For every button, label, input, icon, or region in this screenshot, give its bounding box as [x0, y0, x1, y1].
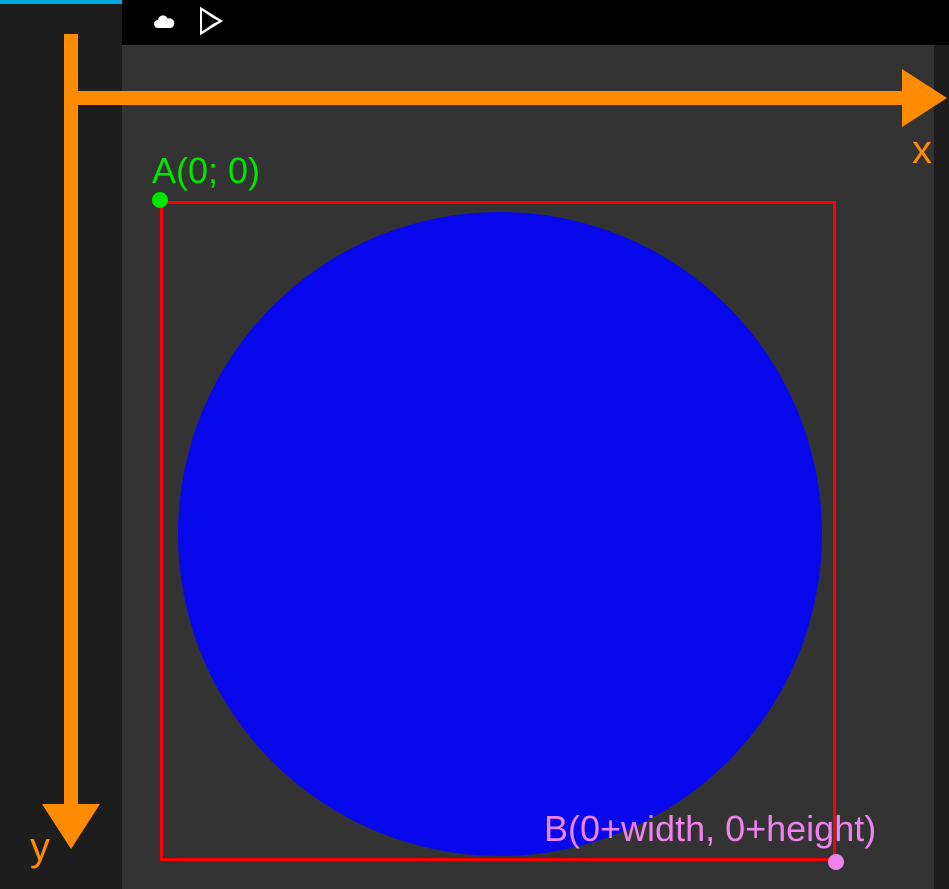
- top-accent-bar: [0, 0, 122, 4]
- x-axis-arrowhead-icon: [902, 69, 947, 127]
- y-axis-line: [64, 34, 78, 824]
- cloud-icon: [148, 10, 180, 34]
- titlebar: [122, 0, 949, 45]
- diagram-root: x y A(0; 0) B(0+width, 0+height): [0, 0, 949, 889]
- y-axis-arrowhead-icon: [42, 804, 100, 849]
- point-b-marker: [828, 854, 844, 870]
- point-a-marker: [152, 192, 168, 208]
- point-b-label: B(0+width, 0+height): [544, 808, 876, 850]
- x-axis-label: x: [912, 128, 932, 173]
- y-axis-label: y: [30, 825, 50, 870]
- bounding-rect: [160, 201, 836, 861]
- x-axis-line: [64, 91, 922, 105]
- point-a-label: A(0; 0): [152, 150, 260, 192]
- play-store-icon: [196, 6, 226, 36]
